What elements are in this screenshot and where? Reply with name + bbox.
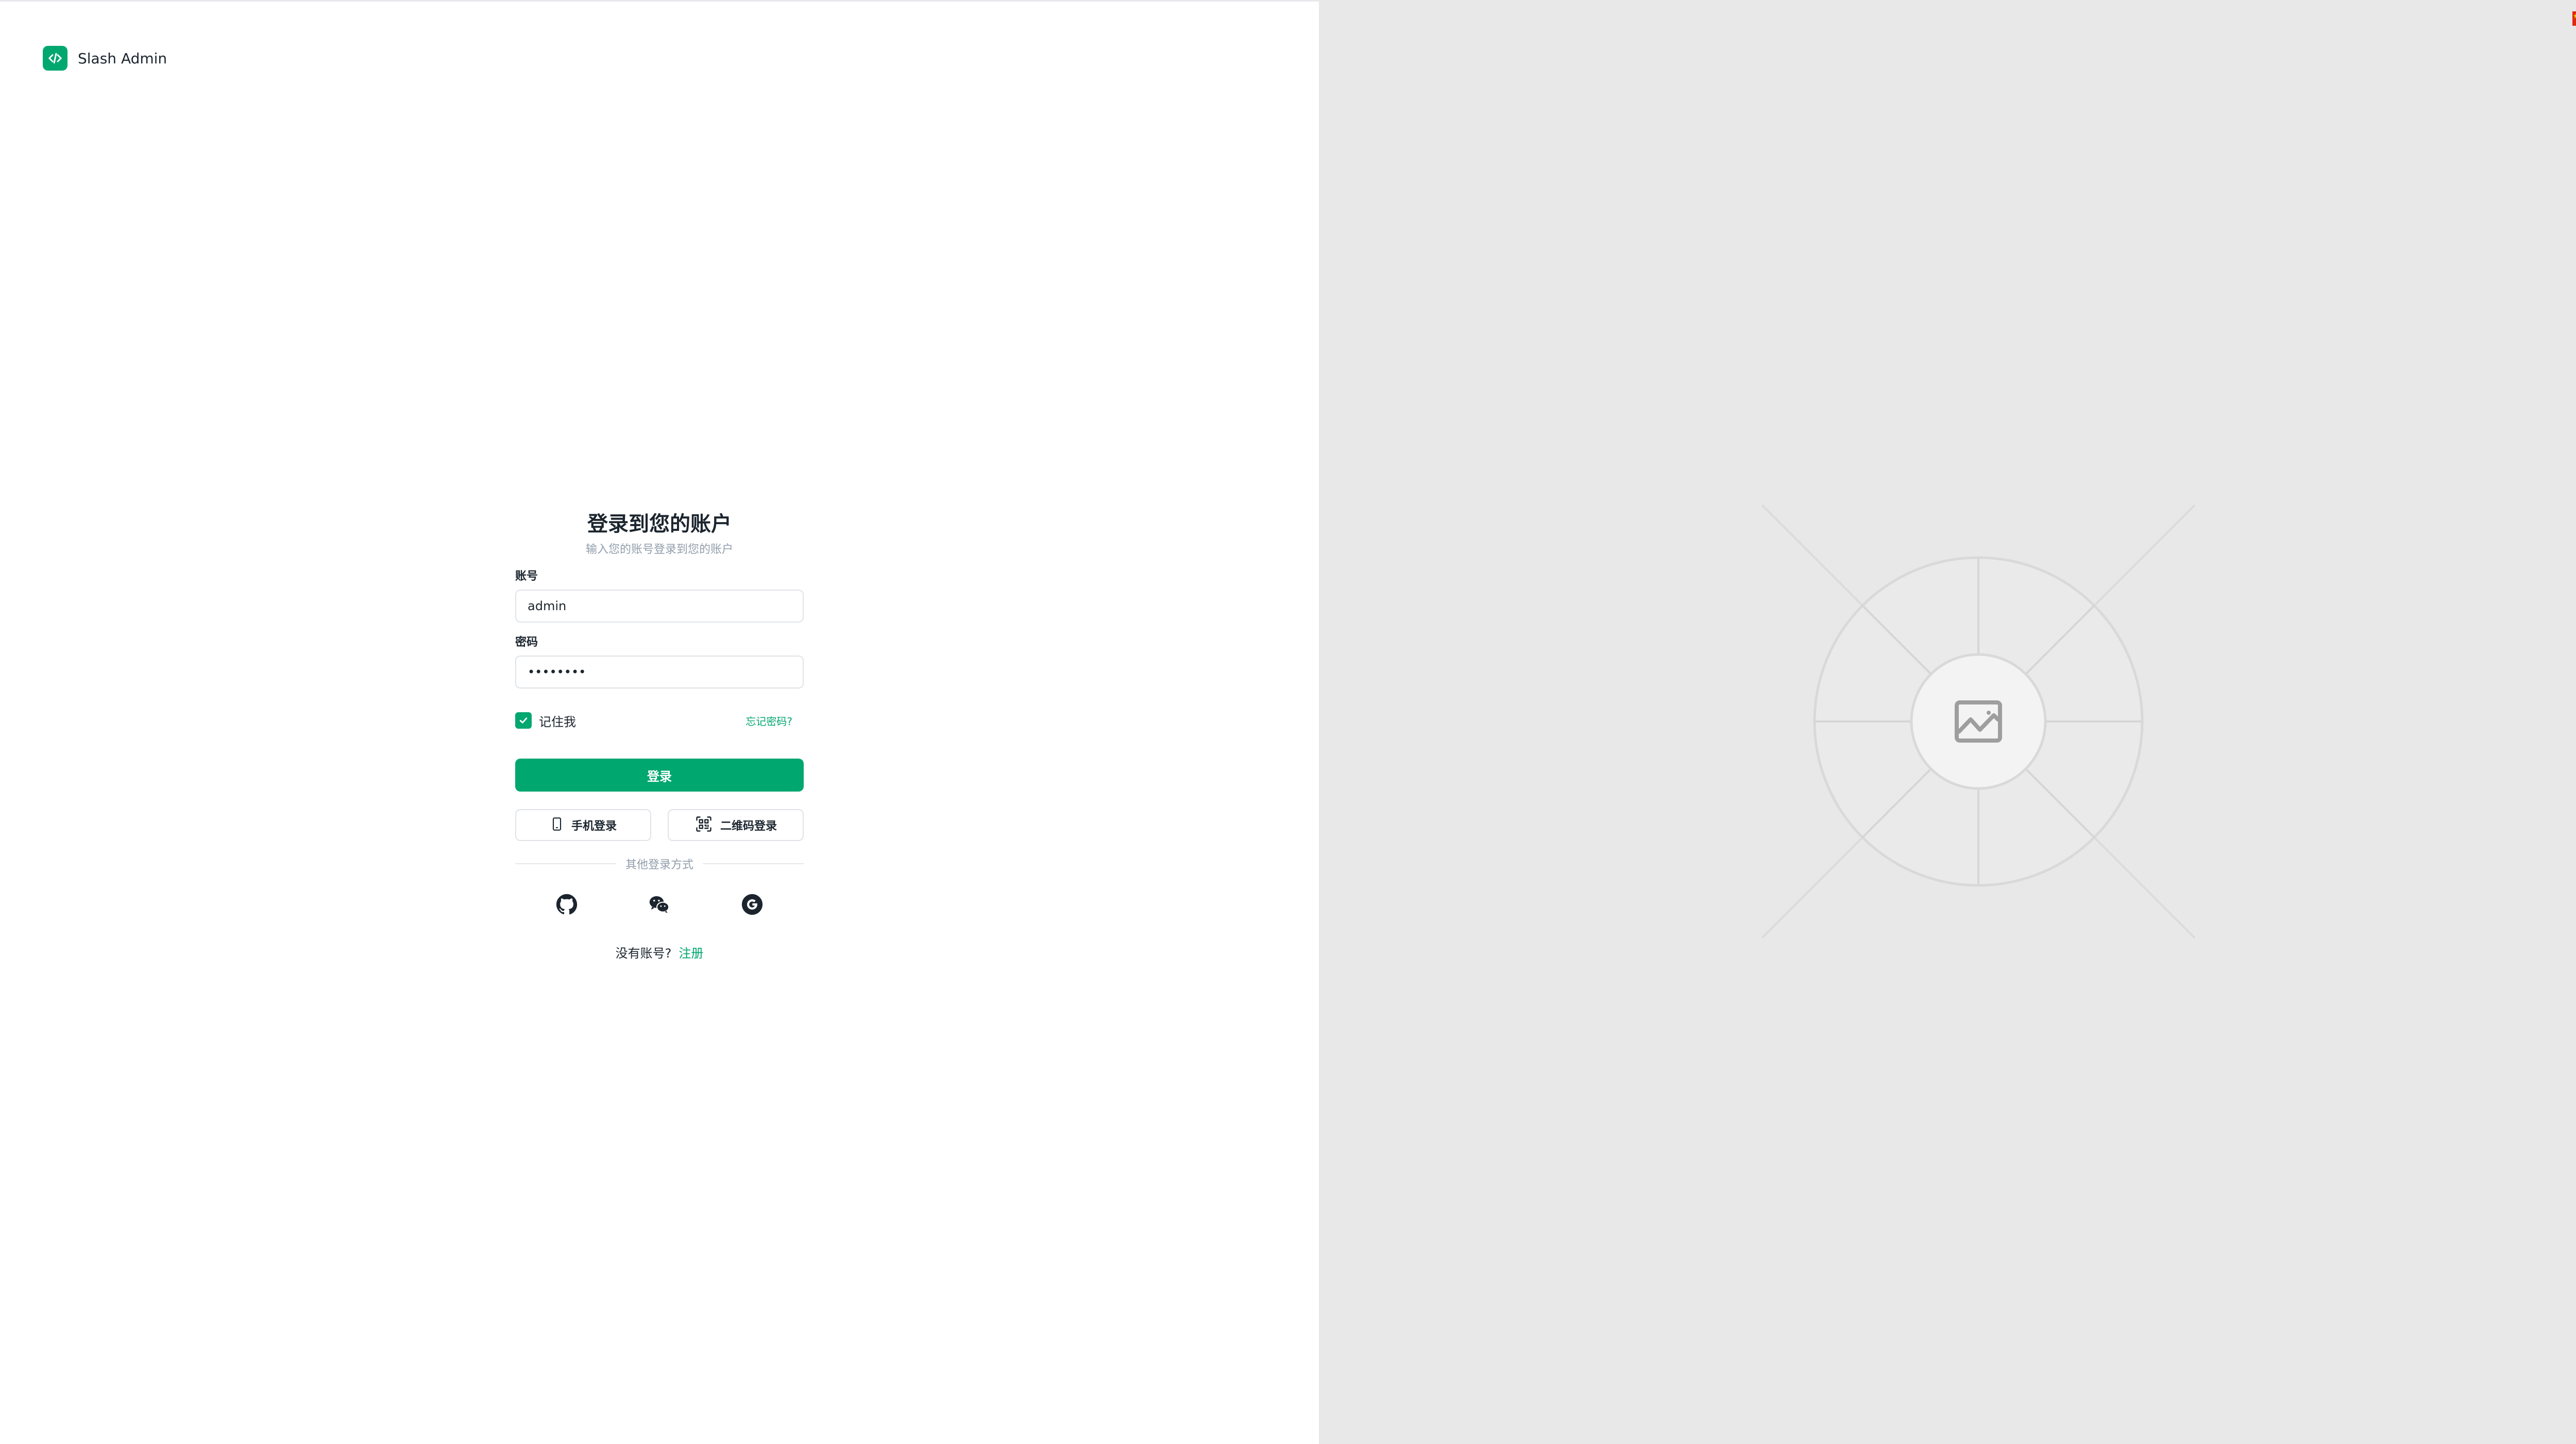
- qr-login-button[interactable]: 二维码登录: [668, 809, 804, 841]
- china-flag-icon: [2572, 11, 2576, 28]
- phone-login-button[interactable]: 手机登录: [515, 809, 651, 841]
- signup-row: 没有账号? 注册: [515, 943, 804, 961]
- placeholder-image-illustration: [1752, 495, 2205, 948]
- other-methods-divider: 其他登录方式: [515, 855, 804, 872]
- mobile-phone-icon: [550, 816, 564, 834]
- remember-me-label: 记住我: [539, 714, 576, 729]
- brand-logo-icon: [43, 46, 67, 71]
- account-input[interactable]: [515, 590, 804, 623]
- divider-line-right: [703, 863, 804, 864]
- qr-login-label: 二维码登录: [720, 820, 777, 833]
- qr-code-icon: [694, 815, 713, 835]
- social-login-row: [515, 892, 804, 917]
- page-title: 登录到您的账户: [587, 512, 732, 536]
- password-label: 密码: [515, 636, 538, 649]
- remember-me-checkbox[interactable]: 记住我: [515, 712, 576, 730]
- password-input[interactable]: [515, 656, 804, 689]
- signup-prompt: 没有账号?: [615, 946, 672, 961]
- checkbox-checked-icon: [515, 712, 532, 729]
- brand-name: Slash Admin: [78, 49, 167, 67]
- language-switcher[interactable]: [2572, 8, 2576, 31]
- google-icon[interactable]: [739, 892, 765, 917]
- alt-login-row: 手机登录 二维码登录: [515, 809, 804, 841]
- github-icon[interactable]: [554, 892, 580, 917]
- login-form: 登录到您的账户 输入您的账号登录到您的账户 账号 密码 记住我 忘记密码? 登录: [515, 509, 804, 961]
- divider-line-left: [515, 863, 616, 864]
- other-methods-label: 其他登录方式: [625, 859, 694, 871]
- brand[interactable]: Slash Admin: [43, 46, 167, 71]
- left-panel: Slash Admin 登录到您的账户 输入您的账号登录到您的账户 账号 密码 …: [0, 0, 1319, 1444]
- signup-link[interactable]: 注册: [679, 946, 703, 961]
- top-right-toolbar: [2572, 8, 2576, 31]
- phone-login-label: 手机登录: [571, 820, 617, 833]
- login-page: Slash Admin 登录到您的账户 输入您的账号登录到您的账户 账号 密码 …: [0, 0, 2576, 1444]
- forgot-password-link[interactable]: 忘记密码?: [745, 713, 792, 728]
- options-row: 记住我 忘记密码?: [515, 710, 804, 731]
- wechat-icon[interactable]: [647, 892, 672, 917]
- login-button[interactable]: 登录: [515, 759, 804, 792]
- page-subtitle: 输入您的账号登录到您的账户: [585, 543, 733, 556]
- account-label: 账号: [515, 570, 538, 583]
